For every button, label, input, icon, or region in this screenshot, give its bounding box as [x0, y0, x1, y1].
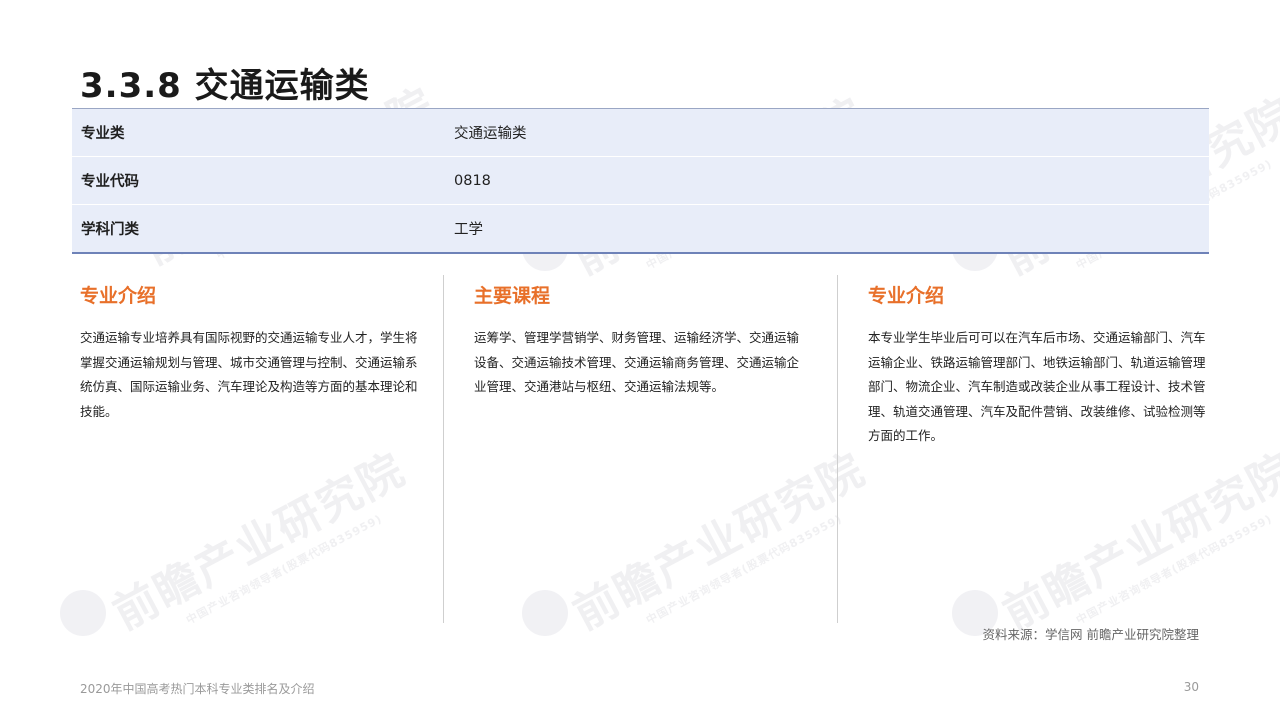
footer-title: 2020年中国高考热门本科专业类排名及介绍 — [80, 682, 315, 696]
page-title: 3.3.8 交通运输类 — [80, 66, 370, 106]
info-row: 专业类 交通运输类 — [72, 109, 1209, 157]
info-value: 0818 — [454, 172, 491, 189]
info-value: 工学 — [454, 222, 483, 238]
info-key: 专业类 — [81, 126, 125, 142]
column-heading: 主要课程 — [474, 285, 551, 307]
info-key: 专业代码 — [81, 174, 139, 190]
column-heading: 专业介绍 — [868, 285, 945, 307]
column-text: 交通运输专业培养具有国际视野的交通运输专业人才，学生将掌握交通运输规划与管理、城… — [80, 330, 418, 419]
career-column: 专业介绍 本专业学生毕业后可可以在汽车后市场、交通运输部门、汽车运输企业、铁路运… — [868, 275, 1208, 622]
info-row: 专业代码 0818 — [72, 157, 1209, 205]
courses-column: 主要课程 运筹学、管理学营销学、财务管理、运输经济学、交通运输设备、交通运输技术… — [474, 275, 810, 622]
info-row: 学科门类 工学 — [72, 205, 1209, 252]
column-divider — [837, 275, 838, 623]
info-key: 学科门类 — [81, 222, 139, 238]
source-note: 资料来源：学信网 前瞻产业研究院整理 — [982, 627, 1199, 642]
column-divider — [443, 275, 444, 623]
intro-column: 专业介绍 交通运输专业培养具有国际视野的交通运输专业人才，学生将掌握交通运输规划… — [80, 275, 420, 622]
column-heading: 专业介绍 — [80, 285, 157, 307]
page-number: 30 — [1183, 680, 1199, 694]
column-text: 运筹学、管理学营销学、财务管理、运输经济学、交通运输设备、交通运输技术管理、交通… — [474, 330, 800, 394]
info-table: 专业类 交通运输类 专业代码 0818 学科门类 工学 — [72, 108, 1209, 254]
column-text: 本专业学生毕业后可可以在汽车后市场、交通运输部门、汽车运输企业、铁路运输管理部门… — [868, 330, 1206, 443]
info-value: 交通运输类 — [454, 126, 527, 142]
